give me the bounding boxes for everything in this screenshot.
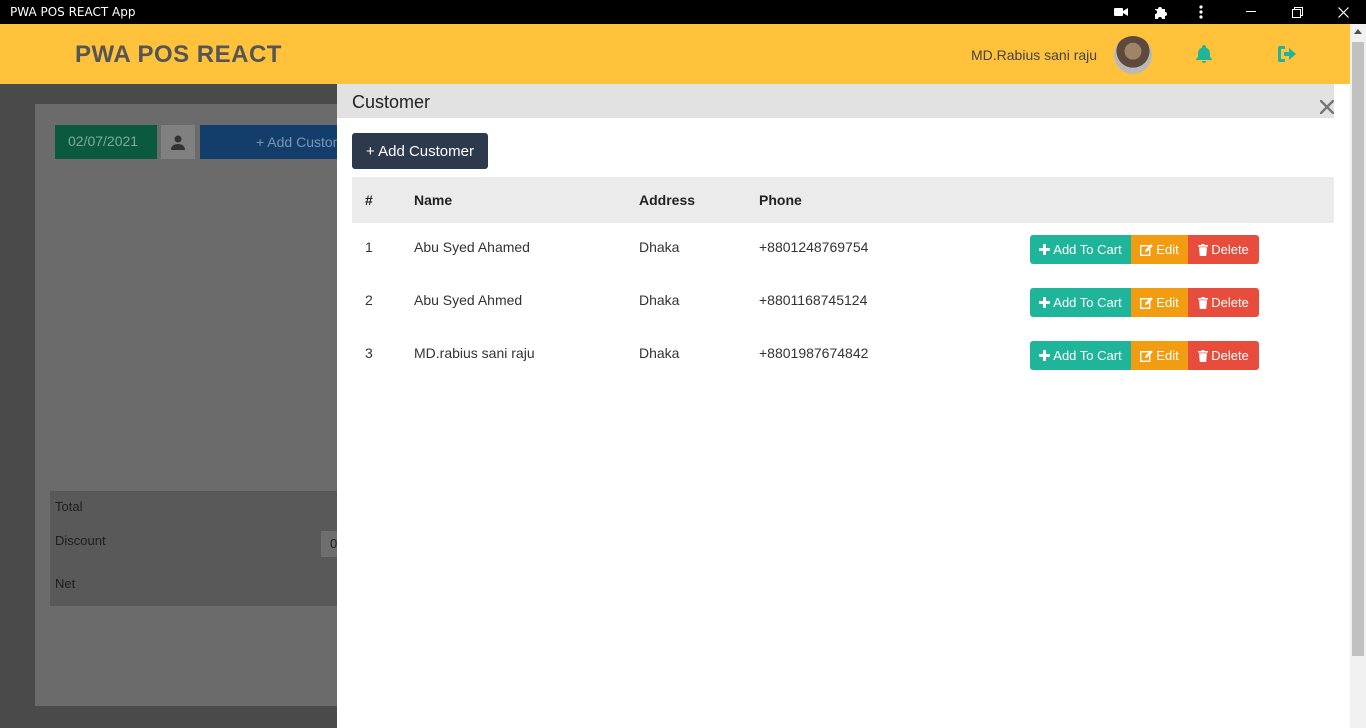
extension-icon[interactable] [1149, 2, 1173, 22]
row-index: 2 [365, 292, 373, 308]
delete-label: Delete [1211, 295, 1249, 310]
add-to-cart-label: Add To Cart [1053, 295, 1122, 310]
customer-phone: +8801168745124 [759, 292, 868, 308]
minimize-icon[interactable] [1239, 2, 1263, 22]
edit-button[interactable]: Edit [1131, 288, 1188, 317]
customer-address: Dhaka [639, 345, 680, 361]
pos-panel [35, 104, 345, 706]
column-phone: Phone [759, 192, 802, 208]
edit-label: Edit [1156, 295, 1179, 310]
plus-icon [1039, 350, 1051, 361]
customer-address: Dhaka [639, 239, 680, 255]
brand-logo-text[interactable]: PWA POS REACT [75, 41, 282, 69]
close-icon[interactable] [1331, 2, 1355, 22]
customer-drawer: Customer + Add Customer # Name Address P… [337, 84, 1350, 728]
trash-icon [1198, 296, 1209, 309]
add-to-cart-button[interactable]: Add To Cart [1030, 288, 1131, 317]
discount-label: Discount [55, 533, 106, 548]
camera-icon[interactable] [1109, 2, 1133, 22]
app-viewport: PWA POS REACT MD.Rabius sani raju 02/07/… [0, 24, 1350, 728]
date-picker[interactable]: 02/07/2021 [55, 125, 157, 159]
edit-label: Edit [1156, 242, 1179, 257]
edit-icon [1140, 349, 1154, 362]
net-label: Net [55, 576, 76, 591]
add-to-cart-label: Add To Cart [1053, 242, 1122, 257]
customer-name: Abu Syed Ahamed [414, 239, 530, 255]
total-label: Total [55, 499, 83, 514]
plus-icon [1039, 244, 1051, 255]
table-header: # Name Address Phone [352, 177, 1334, 223]
table-row: 2 Abu Syed Ahmed Dhaka +8801168745124 Ad… [352, 276, 1334, 329]
column-index: # [365, 192, 373, 208]
delete-button[interactable]: Delete [1188, 341, 1259, 370]
plus-icon [1039, 297, 1051, 308]
row-index: 1 [365, 239, 373, 255]
avatar[interactable] [1114, 36, 1152, 74]
more-vert-icon[interactable] [1189, 2, 1213, 22]
column-address: Address [639, 192, 696, 208]
customer-name: Abu Syed Ahmed [414, 292, 523, 308]
add-customer-button-background[interactable]: + Add Customer [200, 125, 340, 159]
bell-icon[interactable] [1194, 44, 1214, 68]
add-to-cart-button[interactable]: Add To Cart [1030, 235, 1131, 264]
vertical-scrollbar[interactable] [1350, 24, 1366, 728]
restore-icon[interactable] [1285, 2, 1309, 22]
window-title: PWA POS REACT App [10, 5, 136, 19]
user-icon [171, 135, 185, 150]
totals-panel [50, 491, 340, 606]
user-name: MD.Rabius sani raju [971, 47, 1098, 63]
delete-label: Delete [1211, 242, 1249, 257]
scroll-up-arrow-icon[interactable] [1354, 29, 1362, 34]
customer-address: Dhaka [639, 292, 680, 308]
customer-phone: +8801987674842 [759, 345, 869, 361]
delete-button[interactable]: Delete [1188, 235, 1259, 264]
user-select-button[interactable] [161, 125, 195, 159]
edit-button[interactable]: Edit [1131, 235, 1188, 264]
drawer-title: Customer [352, 92, 431, 112]
row-index: 3 [365, 345, 373, 361]
edit-button[interactable]: Edit [1131, 341, 1188, 370]
scrollbar-thumb[interactable] [1352, 42, 1364, 656]
add-customer-button[interactable]: + Add Customer [352, 133, 488, 169]
delete-button[interactable]: Delete [1188, 288, 1259, 317]
edit-icon [1140, 243, 1154, 256]
close-icon[interactable] [1319, 99, 1336, 115]
add-to-cart-label: Add To Cart [1053, 348, 1122, 363]
edit-icon [1140, 296, 1154, 309]
app-header: PWA POS REACT MD.Rabius sani raju [0, 24, 1350, 84]
add-to-cart-button[interactable]: Add To Cart [1030, 341, 1131, 370]
window-titlebar: PWA POS REACT App [0, 0, 1366, 24]
customer-name: MD.rabius sani raju [414, 345, 535, 361]
customer-table: # Name Address Phone 1 Abu Syed Ahamed D… [352, 177, 1334, 382]
customer-phone: +8801248769754 [759, 239, 869, 255]
logout-icon[interactable] [1277, 44, 1299, 68]
table-row: 1 Abu Syed Ahamed Dhaka +8801248769754 A… [352, 223, 1334, 276]
trash-icon [1198, 243, 1209, 256]
table-row: 3 MD.rabius sani raju Dhaka +88019876748… [352, 329, 1334, 382]
delete-label: Delete [1211, 348, 1249, 363]
edit-label: Edit [1156, 348, 1179, 363]
column-name: Name [414, 192, 453, 208]
drawer-header: Customer [337, 84, 1336, 118]
trash-icon [1198, 349, 1209, 362]
